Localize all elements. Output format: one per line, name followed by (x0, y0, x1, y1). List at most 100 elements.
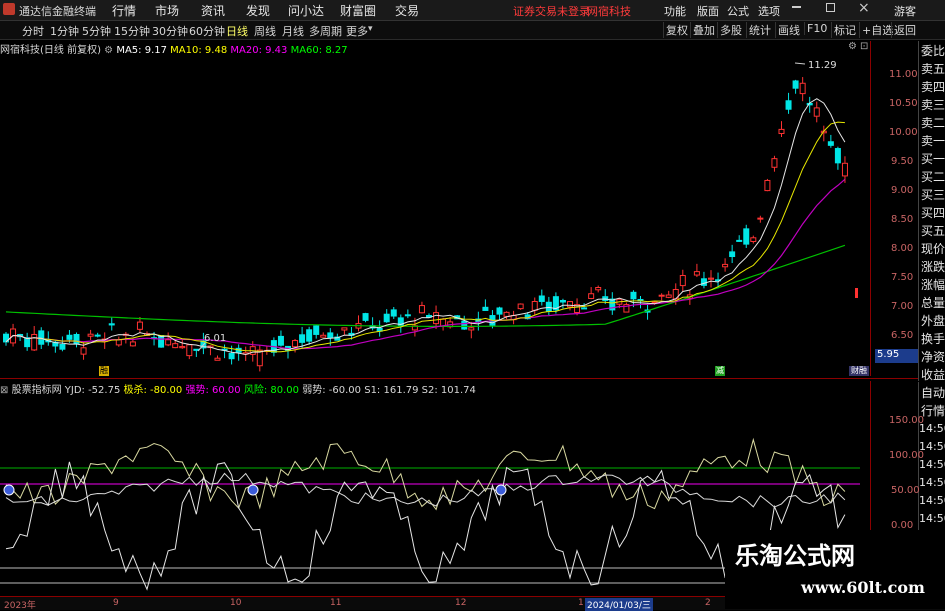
menu-jiaoyi[interactable]: 交易 (395, 2, 419, 19)
signal-icon[interactable] (247, 484, 259, 496)
maximize-icon[interactable] (826, 3, 835, 12)
tab-5min[interactable]: 5分钟 (82, 23, 111, 39)
collapse-icon[interactable]: ⊡ (860, 41, 868, 52)
kline-chart[interactable]: 11.29 6.01 (0, 55, 870, 378)
signal-icon[interactable] (3, 484, 15, 496)
panel-item[interactable]: 涨幅 (921, 276, 945, 293)
candle (277, 335, 284, 346)
guest-label[interactable]: 游客 (894, 3, 916, 19)
panel-item[interactable]: 卖五 (921, 60, 945, 77)
price-axis: 11.00 10.50 10.00 9.50 9.00 8.50 8.00 7.… (855, 41, 919, 376)
candle (66, 334, 73, 340)
candle (468, 327, 475, 331)
right-quote-panel: 委比 卖五 卖四 卖三 卖二 卖一 买一 买二 买三 买四 买五 现价 涨跌 涨… (918, 41, 945, 383)
tab-60min[interactable]: 60分钟 (189, 23, 225, 39)
margin-marker-left[interactable]: 融 (99, 366, 109, 376)
tab-15min[interactable]: 15分钟 (114, 23, 150, 39)
tab-weekly[interactable]: 周线 (254, 23, 276, 39)
panel-item[interactable]: 涨跌 (921, 258, 945, 275)
main-legend: 网宿科技(日线 前复权) ⚙ MA5: 9.17 MA10: 9.48 MA20… (0, 41, 870, 56)
candle (306, 329, 313, 342)
panel-item[interactable]: 总量 (921, 294, 945, 311)
menu-xuanxiang[interactable]: 选项 (758, 3, 780, 19)
date-label: 9 (113, 598, 119, 608)
button-add-watchlist[interactable]: +自选 (859, 22, 895, 38)
candle (665, 294, 672, 298)
candle (292, 340, 299, 348)
candle (87, 333, 94, 337)
candle (299, 334, 306, 343)
menu-gongshi[interactable]: 公式 (727, 3, 749, 19)
menu-faxian[interactable]: 发现 (246, 2, 270, 19)
panel-item[interactable]: 净资 (921, 348, 945, 365)
settings-gear-icon[interactable]: ⚙ (848, 41, 857, 52)
tab-30min[interactable]: 30分钟 (152, 23, 188, 39)
tab-multi-period[interactable]: 多周期 (309, 23, 342, 39)
tab-daily[interactable]: 日线 (226, 23, 248, 39)
menu-caifuquan[interactable]: 财富圈 (340, 2, 376, 19)
menu-gongneng[interactable]: 功能 (664, 3, 686, 19)
candle (341, 327, 348, 331)
button-fuquan[interactable]: 复权 (663, 22, 690, 38)
minimize-icon[interactable] (792, 6, 801, 8)
panel-item[interactable]: 买一 (921, 150, 945, 167)
candle (778, 128, 785, 135)
close-icon[interactable]: × (858, 0, 870, 16)
panel-item[interactable]: 现价 (921, 240, 945, 257)
candle (559, 300, 566, 303)
candle (80, 347, 87, 355)
candle (517, 303, 524, 310)
login-notice[interactable]: 证券交易未登录 (513, 3, 590, 19)
price-tick: 8.00 (891, 243, 914, 254)
button-back[interactable]: 返回 (891, 22, 918, 38)
panel-item[interactable]: 换手 (921, 330, 945, 347)
chevron-down-icon[interactable]: ▾ (368, 24, 373, 34)
panel-item[interactable]: 买五 (921, 222, 945, 239)
menu-shichang[interactable]: 市场 (155, 2, 179, 19)
signal-icon[interactable] (495, 484, 507, 496)
button-duogu[interactable]: 多股 (717, 22, 744, 38)
finance-marker-right[interactable]: 财融 (849, 366, 869, 376)
panel-item[interactable]: 买二 (921, 168, 945, 185)
panel-item[interactable]: 自动 (921, 384, 945, 401)
button-biaoji[interactable]: 标记 (831, 22, 858, 38)
candle (588, 293, 595, 299)
menu-wenxiaoda[interactable]: 问小达 (288, 2, 324, 19)
panel-item[interactable]: 卖二 (921, 114, 945, 131)
pane-divider[interactable] (0, 378, 918, 379)
panel-item[interactable]: 委比 (921, 42, 945, 59)
panel-item[interactable]: 买四 (921, 204, 945, 221)
panel-item[interactable]: 行情 (921, 402, 945, 419)
candle (708, 277, 714, 280)
tab-fenshi[interactable]: 分时 (22, 23, 44, 39)
price-tick: 8.50 (891, 214, 914, 225)
yjd-line (5, 461, 846, 591)
candle (595, 287, 602, 291)
button-tongji[interactable]: 统计 (746, 22, 773, 38)
panel-item[interactable]: 卖三 (921, 96, 945, 113)
menu-hangqing[interactable]: 行情 (112, 2, 136, 19)
tab-more[interactable]: 更多 (346, 23, 368, 39)
panel-item[interactable]: 收益 (921, 366, 945, 383)
panel-item[interactable]: 卖一 (921, 132, 945, 149)
tab-1min[interactable]: 1分钟 (50, 23, 79, 39)
reduce-marker[interactable]: 减 (715, 366, 725, 376)
price-tick: 9.50 (891, 156, 914, 167)
indicator-legend: ⊠ 股票指标网 YJD: -52.75 极杀: -80.00 强势: 60.00… (0, 381, 870, 396)
candle (59, 343, 66, 350)
menu-banmian[interactable]: 版面 (697, 3, 719, 19)
panel-item[interactable]: 卖四 (921, 78, 945, 95)
candle (461, 320, 468, 330)
button-diejia[interactable]: 叠加 (690, 22, 717, 38)
panel-item[interactable]: 买三 (921, 186, 945, 203)
tab-monthly[interactable]: 月线 (282, 23, 304, 39)
app-logo-icon (3, 3, 15, 15)
panel-item[interactable]: 外盘 (921, 312, 945, 329)
menu-zixun[interactable]: 资讯 (201, 2, 225, 19)
high-label: 11.29 (808, 60, 837, 71)
watermark: 乐淘公式网 www.60lt.com (725, 530, 945, 609)
watermark-title: 乐淘公式网 (735, 542, 855, 570)
button-f10[interactable]: F10 (804, 22, 829, 35)
button-huaxian[interactable]: 画线 (775, 22, 802, 38)
candle (404, 314, 411, 317)
